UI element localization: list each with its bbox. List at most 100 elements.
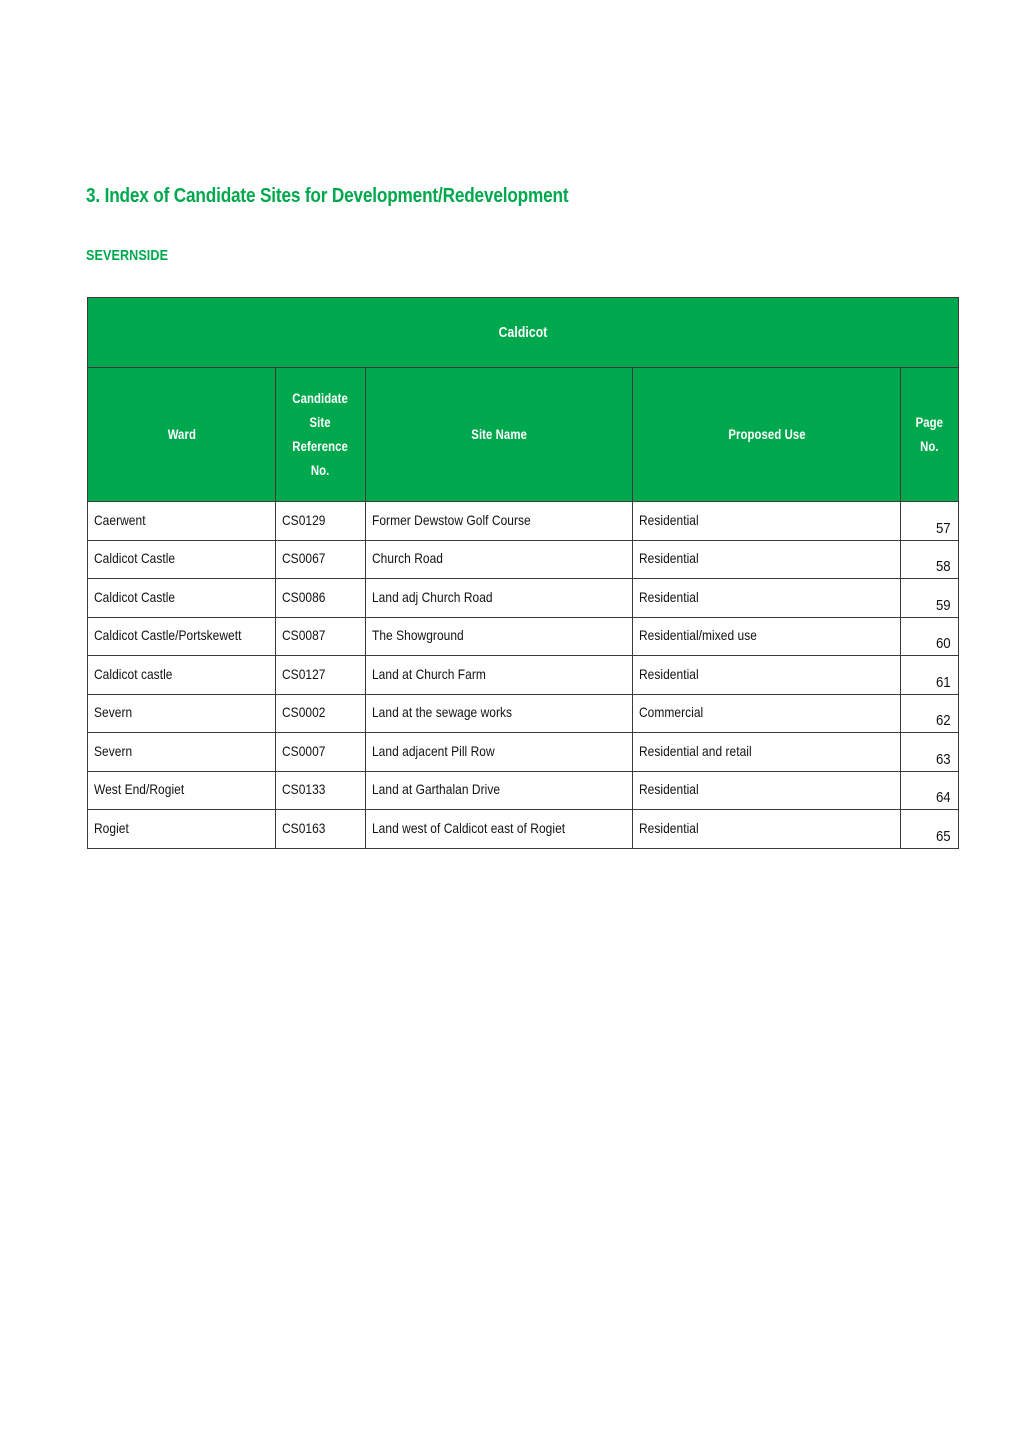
cell-reference: CS0127	[275, 655, 366, 695]
cell-ward-text: West End/Rogiet	[93, 781, 185, 798]
column-header-site-name: Site Name	[365, 367, 633, 502]
document-page: 3. Index of Candidate Sites for Developm…	[0, 0, 1020, 1443]
column-header-ward: Ward	[87, 367, 276, 502]
cell-page_no-text: 64	[936, 789, 951, 806]
cell-site_name: Former Dewstow Golf Course	[365, 501, 633, 541]
cell-reference-text: CS0002	[281, 704, 326, 721]
cell-ward: Caldicot Castle	[87, 578, 276, 618]
table-column-header-row: Ward Candidate Site Reference No. Site N…	[87, 367, 960, 502]
table-row: Severn CS0002 Land at the sewage works Comm…	[87, 693, 960, 733]
cell-proposed_use-text: Residential	[638, 781, 699, 798]
cell-reference: CS0086	[275, 578, 366, 618]
cell-ward: West End/Rogiet	[87, 770, 276, 810]
candidate-sites-table: Caldicot Ward Candidate Site Reference N…	[86, 297, 960, 849]
table-body: Caerwent CS0129 Former Dewstow Golf Course…	[87, 501, 960, 849]
cell-site_name-text: Church Road	[371, 550, 443, 567]
cell-ward: Caldicot Castle	[87, 539, 276, 579]
cell-site_name: Land at Garthalan Drive	[365, 770, 633, 810]
cell-page_no: 58	[899, 539, 960, 579]
column-header-page-no: Page No.	[899, 367, 960, 502]
cell-ward-text: Caldicot Castle	[93, 588, 176, 605]
cell-reference-text: CS0086	[281, 588, 326, 605]
cell-proposed_use-text: Residential and retail	[638, 742, 752, 759]
cell-site_name-text: Land at Garthalan Drive	[371, 781, 501, 798]
cell-site_name-text: Land at the sewage works	[371, 704, 513, 721]
cell-proposed_use-text: Residential	[638, 588, 699, 605]
cell-reference: CS0133	[275, 770, 366, 810]
table-row: Caldicot Castle/Portskewett CS0087 The Sho…	[87, 616, 960, 656]
cell-proposed_use-text: Residential	[638, 550, 699, 567]
cell-proposed_use: Residential/mixed use	[632, 616, 901, 656]
table-header: Caldicot Ward Candidate Site Reference N…	[86, 297, 960, 502]
cell-site_name: Land at the sewage works	[365, 693, 633, 733]
cell-ward: Caldicot Castle/Portskewett	[87, 616, 276, 656]
column-header-site-name-label: Site Name	[471, 426, 527, 442]
cell-page_no: 61	[899, 655, 960, 695]
table-row: Caerwent CS0129 Former Dewstow Golf Course…	[87, 501, 960, 541]
cell-site_name-text: Land west of Caldicot east of Rogiet	[371, 819, 566, 836]
cell-proposed_use-text: Residential	[638, 665, 699, 682]
cell-page_no: 62	[899, 693, 960, 733]
cell-reference-text: CS0007	[281, 742, 326, 759]
cell-page_no: 64	[899, 770, 960, 810]
cell-reference: CS0087	[275, 616, 366, 656]
cell-ward-text: Severn	[93, 742, 133, 759]
cell-site_name-text: Former Dewstow Golf Course	[371, 511, 531, 528]
cell-ward: Caerwent	[87, 501, 276, 541]
cell-proposed_use: Residential	[632, 501, 901, 541]
cell-page_no-text: 59	[936, 596, 951, 614]
table-row: Caldicot castle CS0127 Land at Church Farm…	[87, 655, 960, 695]
cell-site_name-text: Land adj Church Road	[371, 588, 493, 605]
cell-page_no-text: 58	[936, 558, 951, 575]
cell-proposed_use: Residential	[632, 578, 901, 618]
column-header-proposed-use-label: Proposed Use	[727, 426, 806, 442]
cell-page_no-text: 61	[936, 673, 951, 691]
cell-page_no-text: 62	[936, 712, 951, 729]
cell-proposed_use-text: Commercial	[638, 704, 704, 721]
cell-ward-text: Rogiet	[93, 819, 129, 836]
cell-proposed_use: Residential	[632, 655, 901, 695]
cell-proposed_use-text: Residential	[638, 819, 699, 836]
cell-page_no-text: 63	[936, 750, 951, 768]
column-header-proposed-use: Proposed Use	[632, 367, 901, 502]
cell-proposed_use: Commercial	[632, 693, 901, 733]
cell-site_name: The Showground	[365, 616, 633, 656]
cell-proposed_use: Residential	[632, 539, 901, 579]
column-header-page-no-label: Page No.	[915, 414, 944, 454]
cell-proposed_use-text: Residential/mixed use	[638, 627, 757, 644]
table-row: Severn CS0007 Land adjacent Pill Row Reside…	[87, 732, 960, 772]
cell-ward: Severn	[87, 693, 276, 733]
cell-reference: CS0129	[275, 501, 366, 541]
cell-reference: CS0002	[275, 693, 366, 733]
cell-proposed_use: Residential	[632, 770, 901, 810]
cell-page_no-text: 60	[936, 635, 951, 652]
cell-ward-text: Severn	[93, 704, 133, 721]
cell-ward: Caldicot castle	[87, 655, 276, 695]
cell-reference: CS0163	[275, 809, 366, 849]
cell-site_name-text: Land at Church Farm	[371, 665, 486, 682]
table-group-title-row: Caldicot	[86, 297, 960, 368]
cell-page_no-text: 57	[936, 519, 951, 537]
cell-proposed_use: Residential and retail	[632, 732, 901, 772]
table-row: Caldicot Castle CS0086 Land adj Church Roa…	[87, 578, 960, 618]
cell-reference-text: CS0087	[281, 627, 326, 644]
cell-site_name: Land adjacent Pill Row	[365, 732, 633, 772]
cell-proposed_use-text: Residential	[638, 511, 699, 528]
page-title: 3. Index of Candidate Sites for Developm…	[86, 185, 569, 207]
table-row: Rogiet CS0163 Land west of Caldicot east o…	[87, 809, 960, 849]
cell-site_name: Land adj Church Road	[365, 578, 633, 618]
cell-ward: Severn	[87, 732, 276, 772]
column-header-reference: Candidate Site Reference No.	[275, 367, 366, 502]
cell-reference-text: CS0067	[281, 550, 326, 567]
cell-reference-text: CS0163	[281, 819, 326, 836]
cell-site_name: Land at Church Farm	[365, 655, 633, 695]
cell-ward-text: Caldicot Castle/Portskewett	[93, 627, 242, 644]
cell-ward-text: Caerwent	[93, 511, 146, 528]
column-header-reference-label: Candidate Site Reference No.	[292, 390, 349, 478]
cell-page_no: 63	[899, 732, 960, 772]
cell-reference: CS0007	[275, 732, 366, 772]
group-title-text: Caldicot	[498, 324, 548, 341]
cell-site_name-text: Land adjacent Pill Row	[371, 742, 495, 759]
cell-reference-text: CS0127	[281, 665, 326, 682]
cell-ward: Rogiet	[87, 809, 276, 849]
